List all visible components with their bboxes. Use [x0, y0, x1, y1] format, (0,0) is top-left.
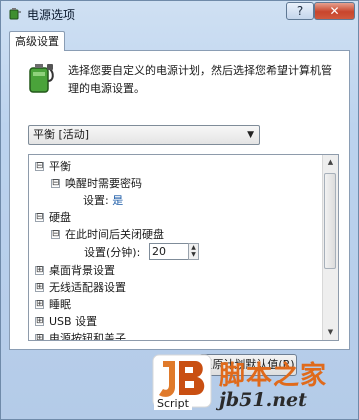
tree-item-wireless-adapter[interactable]: ⊞ 无线适配器设置	[35, 279, 126, 296]
collapse-icon[interactable]: ⊟	[51, 229, 60, 239]
expand-icon[interactable]: ⊞	[35, 299, 44, 309]
scroll-down-icon[interactable]: ▼	[323, 325, 338, 340]
advanced-settings-panel: 选择您要自定义的电源计划，然后选择您希望计算机管理的电源设置。 平衡 [活动] …	[9, 50, 350, 350]
close-button[interactable]: ✕	[314, 2, 355, 20]
expand-icon[interactable]: ⊞	[35, 282, 44, 292]
tree-item-label: 无线适配器设置	[49, 281, 126, 294]
title-bar: 电源选项 ? ✕	[1, 1, 358, 25]
tree-item-usb[interactable]: ⊞ USB 设置	[35, 313, 97, 330]
tree-item-power-buttons[interactable]: ⊞ 电源按钮和盖子	[35, 330, 126, 341]
tree-item-label: 睡眠	[49, 298, 71, 311]
description-text: 选择您要自定义的电源计划，然后选择您希望计算机管理的电源设置。	[68, 64, 332, 95]
tree-item-label: 桌面背景设置	[49, 264, 115, 277]
tree-item-label: 唤醒时需要密码	[65, 177, 142, 190]
watermark-site-name: 脚本之家	[219, 361, 328, 391]
power-options-window: 电源选项 ? ✕ 高级设置 选择您要自定义的电源计划，然后选择您希望计算机管理的…	[0, 0, 359, 420]
tree-item-label: 在此时间后关闭硬盘	[65, 228, 164, 241]
scroll-thumb[interactable]	[324, 173, 336, 269]
expand-icon[interactable]: ⊞	[35, 316, 44, 326]
scroll-up-icon[interactable]: ▲	[323, 155, 338, 170]
chevron-down-icon: ▼	[247, 130, 254, 140]
settings-tree[interactable]: ⊟ 平衡 ⊟ 唤醒时需要密码 设置: 是 ⊟ 硬盘 ⊟ 在此时间后关闭硬盘 设置(分钟)…	[28, 154, 339, 341]
collapse-icon[interactable]: ⊟	[35, 161, 44, 171]
power-plan-value: 平衡 [活动]	[33, 128, 90, 141]
tree-scrollbar[interactable]: ▲ ▼	[322, 155, 338, 340]
expand-icon[interactable]: ⊞	[35, 333, 44, 340]
setting-label: 设置:	[83, 194, 109, 207]
collapse-icon[interactable]: ⊟	[35, 212, 44, 222]
power-plan-select[interactable]: 平衡 [活动] ▼	[28, 125, 260, 145]
power-options-icon	[9, 8, 21, 20]
collapse-icon[interactable]: ⊟	[51, 178, 60, 188]
battery-plug-icon	[29, 64, 54, 93]
tree-item-label: 电源按钮和盖子	[49, 332, 126, 341]
setting-label: 设置(分钟):	[84, 246, 141, 259]
tree-setting-wake-password: 设置: 是	[83, 192, 123, 209]
expand-icon[interactable]: ⊞	[35, 265, 44, 275]
tree-item-sleep[interactable]: ⊞ 睡眠	[35, 296, 71, 313]
tree-setting-disk-minutes: 设置(分钟): 20 ▲ ▼	[29, 243, 209, 261]
window-title: 电源选项	[27, 8, 76, 22]
tree-item-balanced[interactable]: ⊟ 平衡	[35, 158, 71, 175]
tab-advanced-settings[interactable]: 高级设置	[9, 31, 65, 51]
tree-item-label: 平衡	[49, 160, 71, 173]
tree-item-wake-password[interactable]: ⊟ 唤醒时需要密码	[51, 175, 142, 192]
tree-item-desktop-background[interactable]: ⊞ 桌面背景设置	[35, 262, 115, 279]
tree-item-hard-disk[interactable]: ⊟ 硬盘	[35, 209, 71, 226]
watermark-script-label: Script	[154, 397, 192, 410]
setting-value-link[interactable]: 是	[112, 194, 123, 207]
tree-item-label: 硬盘	[49, 211, 71, 224]
help-button[interactable]: ?	[286, 2, 314, 20]
tree-item-label: USB 设置	[49, 315, 98, 328]
tree-item-turn-off-disk[interactable]: ⊟ 在此时间后关闭硬盘	[51, 226, 164, 243]
minutes-input[interactable]: 20	[149, 243, 189, 260]
watermark-site-url: jb51.net	[219, 389, 307, 411]
spin-buttons[interactable]: ▲ ▼	[188, 243, 199, 260]
